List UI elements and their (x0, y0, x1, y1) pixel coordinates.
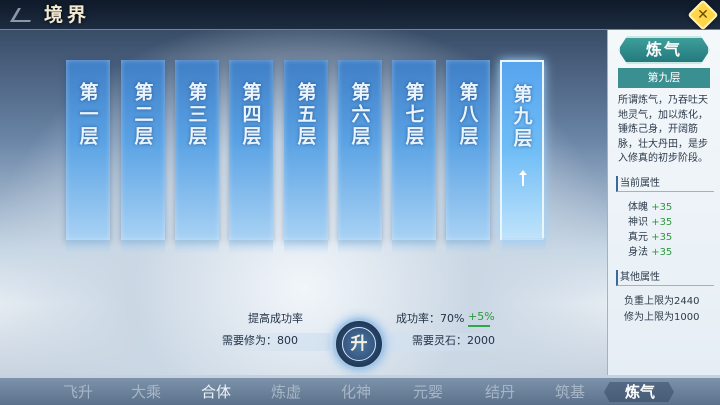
attr-name: 体魄 (628, 202, 648, 213)
top-bar: 境界 ✕ (0, 0, 720, 31)
other-attrs-title: 其他属性 (616, 270, 714, 286)
current-attrs-title: 当前属性 (616, 176, 714, 192)
tab-heti[interactable]: 合体 (186, 378, 246, 405)
pillar-layer-7[interactable]: 第七层 (392, 60, 436, 254)
attr-name: 真元 (628, 232, 648, 243)
realm-description: 所谓炼气，乃吞吐天地灵气，加以炼化，锤炼己身，开阔筋脉，壮大丹田，是步入修真的初… (618, 95, 708, 164)
pillar-label: 第八层 (456, 82, 479, 148)
close-button[interactable]: ✕ (687, 0, 719, 31)
attr-name: 身法 (628, 247, 648, 258)
pillar-layer-1[interactable]: 第一层 (66, 60, 110, 254)
attr-row: 神识 +35 (628, 213, 672, 228)
pillar-layer-3[interactable]: 第三层 (175, 60, 219, 254)
pillar-label: 第七层 (402, 82, 425, 148)
boost-success-label[interactable]: 提高成功率 (248, 310, 303, 326)
required-cultivation: 需要修为：800 (222, 334, 298, 347)
attr-name: 神识 (628, 217, 648, 228)
pillar-layer-9[interactable]: 第九层 (500, 60, 546, 252)
page-title: 境界 (44, 4, 91, 26)
pillar-layer-4[interactable]: 第四层 (229, 60, 273, 254)
pillar-label: 第九层 (510, 84, 533, 150)
realm-name-badge: 炼气 (618, 36, 710, 64)
realm-tab-bar: 飞升 大乘 合体 炼虚 化神 元婴 结丹 筑基 炼气 (0, 377, 720, 405)
pillar-label: 第六层 (348, 82, 371, 148)
title-decoration (9, 8, 39, 22)
tab-lianqi[interactable]: 炼气 (610, 378, 670, 405)
attr-row: 身法 +35 (628, 243, 672, 258)
tab-feisheng[interactable]: 飞升 (48, 378, 108, 405)
attr-value: +35 (651, 232, 673, 243)
attr-value: +35 (651, 247, 673, 258)
pillar-label: 第四层 (239, 82, 262, 148)
other-attr-row: 负重上限为2440 (624, 296, 700, 307)
success-rate: 成功率：70% (396, 312, 465, 325)
attr-value: +35 (651, 202, 673, 213)
tab-dacheng[interactable]: 大乘 (116, 378, 176, 405)
close-icon: ✕ (697, 6, 709, 23)
realm-stage: 第一层 第二层 第三层 第四层 第五层 第六层 第七层 第八层 第九层 (0, 30, 606, 375)
pillar-label: 第二层 (131, 82, 154, 148)
attr-row: 体魄 +35 (628, 198, 672, 213)
pillar-layer-5[interactable]: 第五层 (284, 60, 328, 254)
required-spirit-stone: 需要灵石：2000 (412, 334, 495, 347)
attr-value: +35 (651, 217, 673, 228)
pillar-label: 第五层 (294, 82, 317, 148)
arrow-up-icon (519, 170, 527, 186)
pillar-layer-8[interactable]: 第八层 (446, 60, 490, 254)
pillar-label: 第一层 (76, 82, 99, 148)
pillar-layer-6[interactable]: 第六层 (338, 60, 382, 254)
realm-layer: 第九层 (618, 68, 710, 88)
tab-jiedan[interactable]: 结丹 (470, 378, 530, 405)
tab-zhuji[interactable]: 筑基 (540, 378, 600, 405)
bonus-underline (468, 325, 490, 327)
ascend-button[interactable]: 升 (342, 327, 376, 361)
attr-row: 真元 +35 (628, 228, 672, 243)
pillar-label: 第三层 (185, 82, 208, 148)
tab-lianxu[interactable]: 炼虚 (256, 378, 316, 405)
tab-huashen[interactable]: 化神 (326, 378, 386, 405)
other-attr-row: 修为上限为1000 (624, 312, 700, 323)
tab-yuanying[interactable]: 元婴 (398, 378, 458, 405)
success-bonus: +5% (468, 310, 495, 323)
realm-info-panel: 炼气 第九层 所谓炼气，乃吞吐天地灵气，加以炼化，锤炼己身，开阔筋脉，壮大丹田，… (607, 30, 720, 375)
pillar-layer-2[interactable]: 第二层 (121, 60, 165, 254)
